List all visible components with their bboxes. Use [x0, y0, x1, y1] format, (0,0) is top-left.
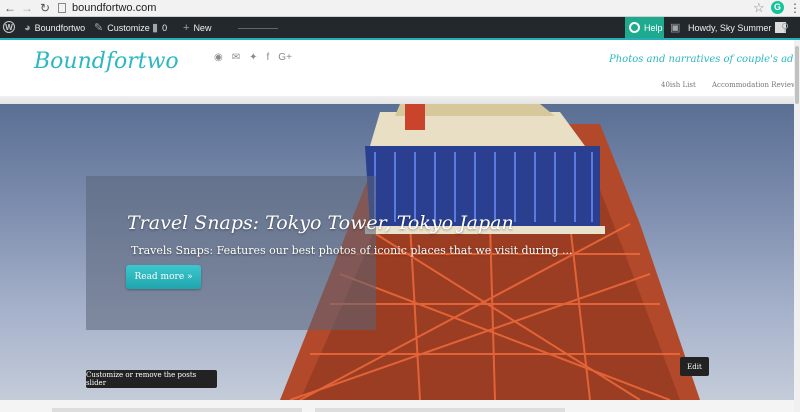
social-links: ◉ ✉ ✦ f G+ — [214, 52, 292, 63]
content-area — [0, 400, 800, 412]
rss-icon[interactable]: ◉ — [214, 52, 223, 63]
customize-slider-button[interactable]: Customize or remove the posts slider — [86, 370, 217, 388]
plus-icon: + — [183, 21, 190, 34]
post-card[interactable] — [52, 408, 302, 412]
slide-excerpt: Travels Snaps: Features our best photos … — [131, 244, 573, 257]
comments-count: 0 — [162, 22, 168, 33]
admin-bar-account[interactable]: Howdy, Sky Summer — [688, 17, 787, 38]
help-button[interactable]: Help — [625, 17, 664, 38]
read-more-button[interactable]: Read more » — [126, 265, 201, 289]
admin-bar-new[interactable]: + New — [183, 17, 211, 38]
site-tagline: Photos and narratives of couple's advent… — [609, 54, 800, 65]
address-bar[interactable]: boundfortwo.com — [58, 1, 748, 15]
message-icon[interactable]: ▣ — [670, 17, 680, 38]
facebook-icon[interactable]: f — [267, 52, 270, 63]
search-icon[interactable]: ⚲ — [781, 17, 789, 38]
admin-bar-site[interactable]: ◕ Boundfortwo — [24, 17, 85, 38]
url-text: boundfortwo.com — [72, 2, 157, 14]
lifebuoy-icon — [629, 22, 640, 33]
stats-sparkline — [238, 28, 278, 35]
star-icon[interactable]: ☆ — [753, 0, 765, 16]
twitter-icon[interactable]: ✦ — [249, 52, 257, 63]
menu-item-accommodation-review[interactable]: Accommodation Review — [712, 81, 797, 89]
help-label: Help — [644, 22, 663, 33]
scrollbar-thumb[interactable] — [795, 46, 799, 104]
admin-bar-customize[interactable]: ✎ Customize — [94, 17, 150, 38]
reload-icon[interactable]: ↻ — [37, 0, 53, 16]
grammarly-icon[interactable]: G — [771, 1, 784, 14]
page-icon — [58, 3, 66, 13]
forward-arrow-icon[interactable]: → — [19, 0, 35, 16]
browser-toolbar: ← → ↻ boundfortwo.com ☆ G ⋮ — [0, 0, 800, 17]
site-title[interactable]: Boundfortwo — [34, 49, 179, 74]
brush-icon: ✎ — [94, 22, 104, 34]
wp-admin-bar: W ◕ Boundfortwo ✎ Customize ▮ 0 + New ▣ … — [0, 17, 800, 38]
dashboard-icon: ◕ — [24, 21, 31, 34]
menu-item-40ish-list[interactable]: 40ish List — [661, 81, 696, 89]
menu-icon[interactable]: ⋮ — [789, 0, 800, 16]
admin-bar-customize-label: Customize — [107, 22, 150, 33]
slide-title[interactable]: Travel Snaps: Tokyo Tower, Tokyo Japan — [127, 212, 514, 234]
admin-bar-site-name: Boundfortwo — [34, 22, 86, 33]
header-divider — [0, 96, 800, 104]
posts-slider: Travel Snaps: Tokyo Tower, Tokyo Japan T… — [0, 104, 800, 400]
wordpress-logo-icon[interactable]: W — [3, 21, 15, 33]
comment-icon: ▮ — [152, 22, 159, 34]
back-arrow-icon[interactable]: ← — [2, 0, 18, 16]
admin-bar-comments[interactable]: ▮ 0 — [152, 17, 167, 38]
site-header: Boundfortwo ◉ ✉ ✦ f G+ Photos and narrat… — [0, 40, 800, 100]
post-card[interactable] — [315, 408, 565, 412]
page-scrollbar[interactable] — [794, 40, 800, 412]
google-plus-icon[interactable]: G+ — [278, 52, 292, 63]
email-icon[interactable]: ✉ — [232, 52, 240, 63]
howdy-text: Howdy, Sky Summer — [688, 22, 772, 33]
edit-button[interactable]: Edit — [680, 357, 709, 376]
admin-bar-new-label: New — [193, 22, 212, 33]
